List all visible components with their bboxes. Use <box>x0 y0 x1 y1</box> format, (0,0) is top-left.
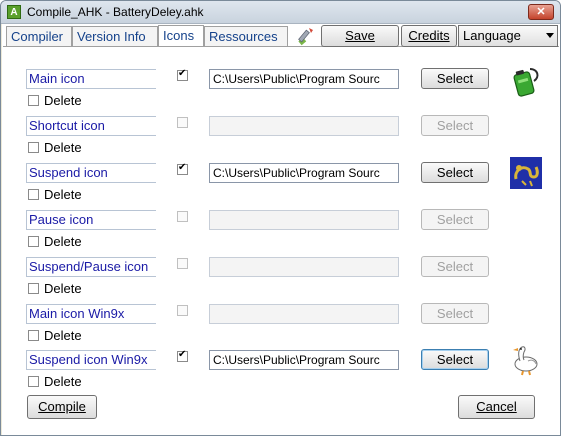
chevron-down-icon <box>546 33 554 38</box>
suspend-icon-win9x-path-field[interactable]: C:\Users\Public\Program Sourc <box>209 350 399 370</box>
edit-pencil-icon[interactable] <box>296 26 316 46</box>
row-label-main-icon: Main icon <box>26 69 156 89</box>
use-suspend-pause-icon-checkbox[interactable] <box>177 258 188 269</box>
use-suspend-icon-checkbox[interactable] <box>177 162 188 175</box>
main-icon-win9x-select-button[interactable]: Select <box>421 303 489 324</box>
delete-pause-icon-checkbox[interactable] <box>28 236 39 247</box>
compile-button[interactable]: Compile <box>27 395 97 419</box>
language-select[interactable]: Language <box>458 25 558 47</box>
delete-main-icon-win9x-checkbox[interactable] <box>28 330 39 341</box>
goose-icon <box>513 346 538 376</box>
delete-pause-icon-label: Delete <box>44 234 82 249</box>
delete-shortcut-icon-label: Delete <box>44 140 82 155</box>
delete-suspend-icon-label: Delete <box>44 187 82 202</box>
title-bar[interactable]: A Compile_AHK - BatteryDeley.ahk ✕ <box>1 1 560 24</box>
save-button[interactable]: Save <box>321 25 399 47</box>
shortcut-icon-select-button[interactable]: Select <box>421 115 489 136</box>
delete-suspend-icon-checkbox[interactable] <box>28 189 39 200</box>
row-label-suspend-icon-win9x: Suspend icon Win9x <box>26 350 156 370</box>
row-label-main-icon-win9x: Main icon Win9x <box>26 304 156 324</box>
row-label-pause-icon: Pause icon <box>26 210 156 230</box>
tab-ressources[interactable]: Ressources <box>204 26 288 46</box>
tab-icons[interactable]: Icons <box>158 25 204 47</box>
window-title: Compile_AHK - BatteryDeley.ahk <box>27 5 204 19</box>
delete-suspend-pause-icon-label: Delete <box>44 281 82 296</box>
battery-icon <box>513 68 539 97</box>
suspend-icon-win9x-select-button[interactable]: Select <box>421 349 489 370</box>
delete-suspend-icon-win9x-checkbox[interactable] <box>28 376 39 387</box>
use-shortcut-icon-checkbox[interactable] <box>177 117 188 128</box>
pause-icon-select-button[interactable]: Select <box>421 209 489 230</box>
use-pause-icon-checkbox[interactable] <box>177 211 188 222</box>
delete-main-icon-checkbox[interactable] <box>28 95 39 106</box>
use-main-icon-win9x-checkbox[interactable] <box>177 305 188 316</box>
main-icon-select-button[interactable]: Select <box>421 68 489 89</box>
cancel-button[interactable]: Cancel <box>458 395 535 419</box>
client-area: Compiler Version Info Icons Ressources S… <box>2 24 560 435</box>
use-suspend-icon-win9x-checkbox[interactable] <box>177 349 188 362</box>
suspend-pause-icon-select-button[interactable]: Select <box>421 256 489 277</box>
cancel-button-label: Cancel <box>476 399 517 414</box>
app-icon: A <box>7 5 21 19</box>
main-icon-path-field[interactable]: C:\Users\Public\Program Sourc <box>209 69 399 89</box>
delete-main-icon-win9x-label: Delete <box>44 328 82 343</box>
credits-button-label: Credits <box>408 28 450 43</box>
suspend-icon-select-button[interactable]: Select <box>421 162 489 183</box>
delete-suspend-icon-win9x-label: Delete <box>44 374 82 389</box>
compile-ahk-window: A Compile_AHK - BatteryDeley.ahk ✕ Compi… <box>0 0 561 436</box>
tab-version-info[interactable]: Version Info <box>72 26 158 46</box>
suspend-icon-path-field[interactable]: C:\Users\Public\Program Sourc <box>209 163 399 183</box>
save-button-label: Save <box>345 28 375 43</box>
close-button[interactable]: ✕ <box>528 4 554 20</box>
main-icon-win9x-path-field[interactable] <box>209 304 399 324</box>
dragon-icon <box>510 157 542 189</box>
delete-main-icon-label: Delete <box>44 93 82 108</box>
pause-icon-path-field[interactable] <box>209 210 399 230</box>
row-label-shortcut-icon: Shortcut icon <box>26 116 156 136</box>
delete-shortcut-icon-checkbox[interactable] <box>28 142 39 153</box>
credits-button[interactable]: Credits <box>401 25 457 47</box>
shortcut-icon-path-field[interactable] <box>209 116 399 136</box>
delete-suspend-pause-icon-checkbox[interactable] <box>28 283 39 294</box>
tab-compiler[interactable]: Compiler <box>6 26 72 46</box>
use-main-icon-checkbox[interactable] <box>177 68 188 81</box>
compile-button-label: Compile <box>38 399 86 414</box>
suspend-pause-icon-path-field[interactable] <box>209 257 399 277</box>
row-label-suspend-icon: Suspend icon <box>26 163 156 183</box>
row-label-suspend-pause-icon: Suspend/Pause icon <box>26 257 156 277</box>
language-select-label: Language <box>463 28 521 43</box>
